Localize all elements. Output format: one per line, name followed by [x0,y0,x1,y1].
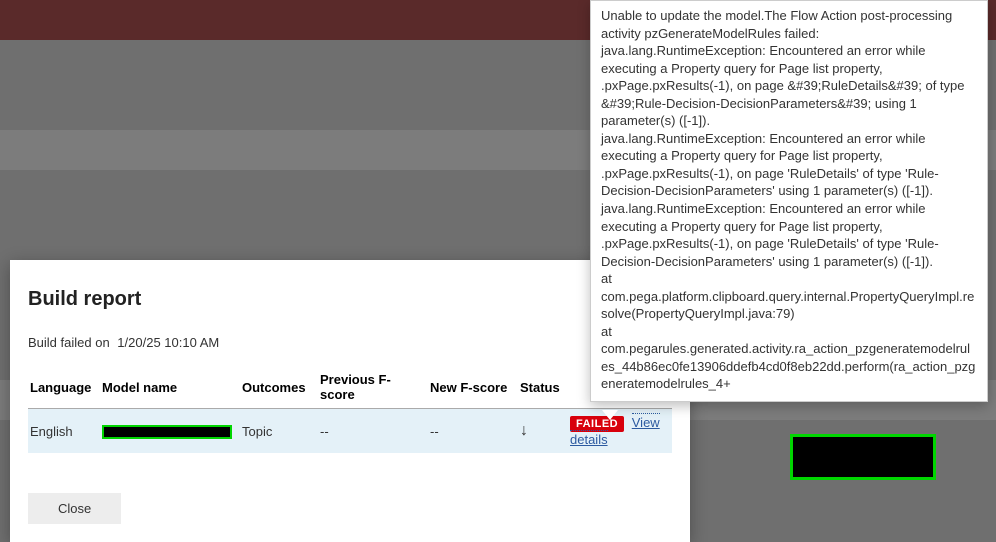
build-status-time: 1/20/25 10:10 AM [117,335,219,350]
build-report-modal: Build report Build failed on 1/20/25 10:… [10,260,690,542]
cell-model-name [100,409,240,454]
cell-status: FAILED View details [568,409,672,454]
col-header-language[interactable]: Language [28,368,100,409]
modal-title: Build report [28,288,672,311]
cell-language: English [28,409,100,454]
cell-previous-fscore: -- [318,409,428,454]
cell-outcomes: Topic [240,409,318,454]
cell-sort-indicator: ↓ [518,409,568,454]
close-button[interactable]: Close [28,493,121,524]
col-header-status[interactable]: Status [518,368,568,409]
col-header-previous-fscore[interactable]: Previous F-score [318,368,428,409]
col-header-model-name[interactable]: Model name [100,368,240,409]
table-row: English Topic -- -- ↓ FAILED View detail… [28,409,672,454]
tooltip-pointer-icon [602,410,618,420]
build-status-prefix: Build failed on [28,335,110,350]
cell-new-fscore: -- [428,409,518,454]
redacted-model-name [102,425,232,439]
report-table: Language Model name Outcomes Previous F-… [28,368,672,453]
sort-arrow-down-icon: ↓ [520,422,528,439]
col-header-outcomes[interactable]: Outcomes [240,368,318,409]
table-header-row: Language Model name Outcomes Previous F-… [28,368,672,409]
redacted-block [790,434,936,480]
col-header-new-fscore[interactable]: New F-score [428,368,518,409]
error-tooltip: Unable to update the model.The Flow Acti… [590,0,988,402]
error-tooltip-text: Unable to update the model.The Flow Acti… [601,7,977,393]
build-status-line: Build failed on 1/20/25 10:10 AM [28,335,672,350]
